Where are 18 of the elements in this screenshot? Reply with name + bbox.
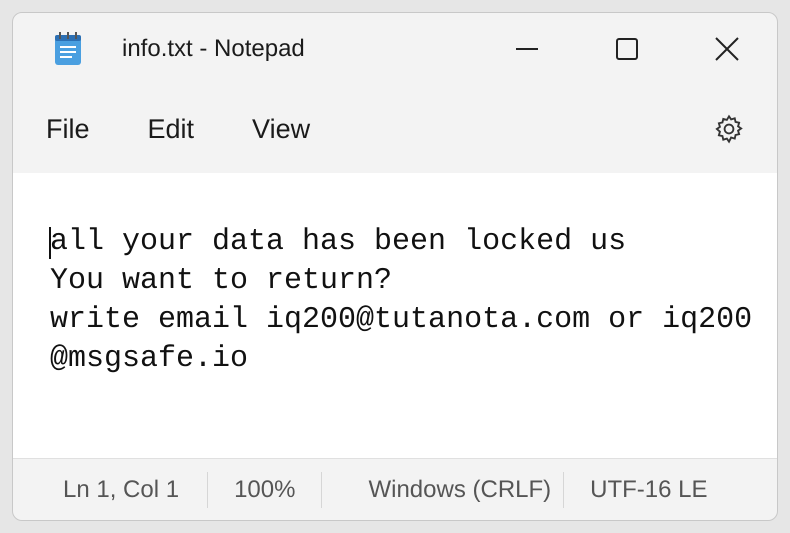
settings-icon[interactable] bbox=[713, 113, 745, 145]
text-line: all your data has been locked us bbox=[50, 224, 626, 261]
text-line: @msgsafe.io bbox=[50, 341, 248, 378]
minimize-icon bbox=[516, 48, 538, 50]
status-text: UTF-16 LE bbox=[589, 474, 709, 504]
close-icon bbox=[715, 37, 739, 61]
status-text: Windows (CRLF) bbox=[367, 474, 552, 504]
window-title: info.txt - Notepad bbox=[122, 34, 305, 64]
menu-item[interactable]: File bbox=[33, 108, 103, 150]
text-editor[interactable]: all your data has been locked us You want to return? write email iq200@tutanota.com or iq200 @msgsafe.io bbox=[13, 173, 777, 458]
menu-item[interactable]: Edit bbox=[134, 108, 208, 150]
text-line: write email iq200@tutanota.com or iq200 bbox=[50, 302, 752, 339]
status-text: 100% bbox=[233, 474, 296, 504]
status-text: Ln 1, Col 1 bbox=[62, 474, 180, 504]
text-line: You want to return? bbox=[50, 263, 392, 300]
maximize-icon bbox=[616, 38, 638, 60]
notepad-icon bbox=[53, 31, 83, 67]
menu-item[interactable]: View bbox=[239, 108, 324, 150]
